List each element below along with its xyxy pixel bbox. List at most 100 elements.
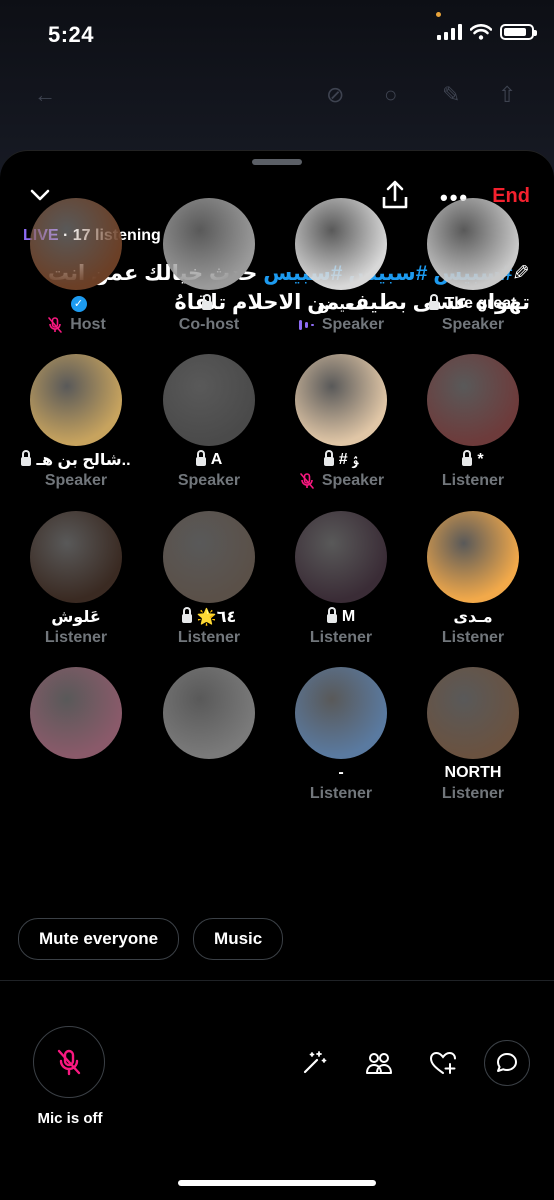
participant-role-row: Speaker	[143, 470, 275, 492]
participant-name-row: A	[143, 450, 275, 470]
participant-role: Listener	[44, 629, 108, 646]
signal-icon	[437, 24, 462, 40]
lock-icon	[429, 294, 440, 310]
avatar[interactable]	[427, 511, 519, 603]
status-time: 5:24	[48, 22, 95, 47]
participant-role: Speaker	[321, 472, 385, 489]
participant-name: عَلوش	[51, 609, 101, 626]
edit-icon: ✎	[442, 82, 461, 107]
heart-plus-icon	[429, 1051, 456, 1074]
participant-role-row: Speaker	[275, 314, 407, 336]
participant-role: Listener	[177, 629, 241, 646]
participant-name-row	[10, 763, 142, 783]
participant-card[interactable]: M Listener	[275, 511, 407, 649]
reactions-button[interactable]	[294, 1043, 334, 1083]
participant-card[interactable]	[10, 667, 142, 805]
mute-everyone-button[interactable]: Mute everyone	[18, 918, 180, 960]
participant-role: Listener	[309, 785, 373, 802]
verified-badge-icon: ✓	[70, 296, 87, 312]
participant-name: مـدى	[453, 609, 493, 626]
participant-card[interactable]: - Listener	[275, 667, 407, 805]
participant-card[interactable]: # ﯣ Speaker	[275, 354, 407, 492]
avatar[interactable]	[427, 354, 519, 446]
add-reaction-button[interactable]	[423, 1043, 463, 1083]
participant-name: A	[210, 451, 223, 468]
avatar[interactable]	[30, 354, 122, 446]
participant-role: Listener	[309, 629, 373, 646]
avatar[interactable]	[30, 511, 122, 603]
avatar[interactable]	[427, 198, 519, 290]
participant-role-row: Listener	[275, 627, 407, 649]
avatar[interactable]	[163, 667, 255, 759]
share-icon: ⇧	[498, 82, 517, 107]
avatar[interactable]	[30, 198, 122, 290]
avatar[interactable]	[163, 511, 255, 603]
participant-name: معيض	[317, 296, 365, 313]
avatar[interactable]	[295, 354, 387, 446]
privacy-indicator-dot	[436, 12, 441, 17]
participant-name: شالح بن هـ..	[36, 452, 131, 469]
participant-card[interactable]: The great Speaker	[407, 198, 539, 336]
participant-role: Listener	[441, 629, 505, 646]
drag-handle[interactable]	[252, 159, 302, 165]
mic-toggle-button[interactable]	[33, 1026, 105, 1098]
participant-name-row: شالح بن هـ..	[10, 450, 142, 470]
participant-card[interactable]: ✓ Host	[10, 198, 142, 336]
people-icon	[366, 1053, 392, 1074]
participant-name-row: NORTH	[407, 763, 539, 783]
participant-name-row: *	[407, 450, 539, 470]
participant-role-row: Speaker	[275, 470, 407, 492]
participant-card[interactable]: NORTH Listener	[407, 667, 539, 805]
avatar[interactable]	[295, 511, 387, 603]
people-button[interactable]	[359, 1043, 399, 1083]
participant-name: M	[341, 608, 356, 625]
participant-card[interactable]: 🌟٦٤ Listener	[143, 511, 275, 649]
participant-role-row: Speaker	[10, 470, 142, 492]
participant-role-row: Listener	[407, 627, 539, 649]
participant-name: # ﯣ	[338, 451, 359, 468]
avatar[interactable]	[295, 198, 387, 290]
status-bar: 5:24	[0, 0, 554, 70]
participant-card[interactable]: * Listener	[407, 354, 539, 492]
participant-card[interactable]: مـدى Listener	[407, 511, 539, 649]
participant-name-row: # ﯣ	[275, 450, 407, 470]
avatar[interactable]	[163, 198, 255, 290]
participant-role: Host	[70, 316, 106, 333]
mic-muted-icon	[300, 473, 314, 489]
participant-card[interactable]: Co-host	[143, 198, 275, 336]
lock-icon	[326, 607, 337, 623]
participant-name-row: M	[275, 607, 407, 627]
participant-role: Listener	[441, 472, 505, 489]
participant-role: Speaker	[44, 472, 108, 489]
mic-muted-icon	[48, 317, 63, 333]
participant-card[interactable]	[143, 667, 275, 805]
participant-role-row: Co-host	[143, 314, 275, 336]
magic-wand-icon	[303, 1051, 327, 1074]
participant-name-row	[143, 294, 275, 314]
back-arrow-icon: ←	[34, 82, 56, 107]
music-button[interactable]: Music	[193, 918, 284, 960]
lock-icon	[21, 450, 32, 466]
host-controls: Mute everyone Music	[18, 918, 284, 960]
participant-card[interactable]: A Speaker	[143, 354, 275, 492]
avatar[interactable]	[427, 667, 519, 759]
comments-button[interactable]	[484, 1040, 530, 1086]
search-icon: ○	[384, 82, 398, 107]
mic-status-label: Mic is off	[37, 1110, 103, 1127]
lock-icon	[181, 607, 192, 623]
participant-role-row	[143, 783, 275, 805]
participant-role-row: Listener	[275, 783, 407, 805]
avatar[interactable]	[295, 667, 387, 759]
status-icons	[437, 24, 537, 40]
participant-name: The great	[444, 295, 517, 312]
participant-name: -	[338, 764, 344, 781]
participant-role-row: Listener	[143, 627, 275, 649]
background-toolbar: ← ⊘ ○ ✎ ⇧	[0, 82, 554, 114]
lock-icon	[201, 294, 212, 310]
participant-card[interactable]: شالح بن هـ.. Speaker	[10, 354, 142, 492]
participant-card[interactable]: معيض Speaker	[275, 198, 407, 336]
participant-card[interactable]: عَلوش Listener	[10, 511, 142, 649]
participant-role-row: Speaker	[407, 314, 539, 336]
avatar[interactable]	[30, 667, 122, 759]
avatar[interactable]	[163, 354, 255, 446]
